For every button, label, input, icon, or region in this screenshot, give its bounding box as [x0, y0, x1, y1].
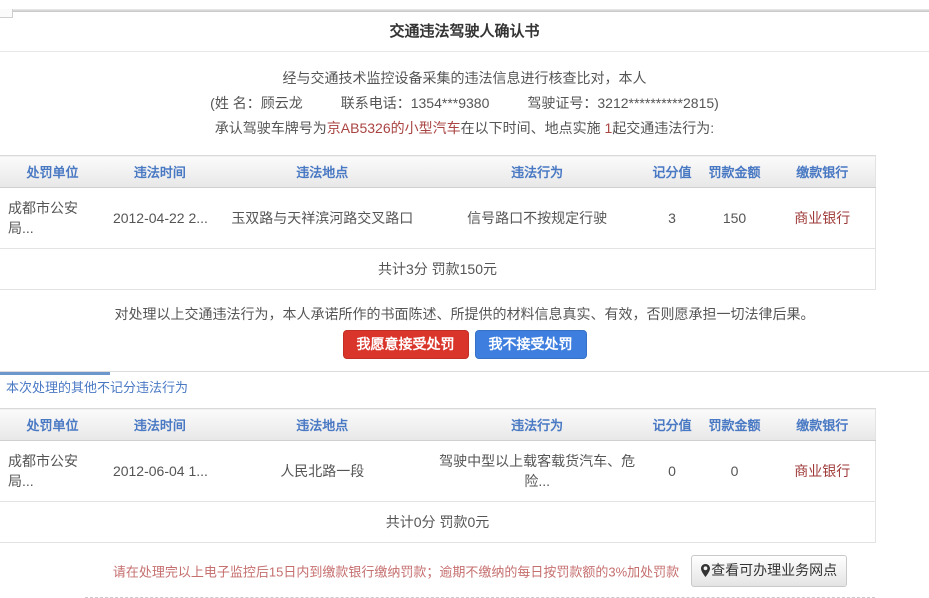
phone-label: 联系电话：	[341, 95, 411, 111]
table-row: 成都市公安局... 2012-06-04 1... 人民北路一段 驾驶中型以上载…	[0, 441, 876, 502]
accept-penalty-button[interactable]: 我愿意接受处罚	[343, 330, 469, 359]
column-header-unit: 处罚单位	[0, 409, 105, 441]
cell-location: 玉双路与天祥滨河路交叉路口	[215, 188, 430, 249]
column-header-points: 记分值	[645, 156, 700, 188]
plate-number: 京AB5326的	[327, 120, 405, 136]
page-title: 交通违法驾驶人确认书	[0, 12, 929, 52]
payment-notice: 请在处理完以上电子监控后15日内到缴款银行缴纳罚款；逾期不缴纳的每日按罚款额的3…	[113, 565, 679, 580]
bank-link[interactable]: 商业银行	[794, 210, 850, 226]
intro-text: 经与交通技术监控设备采集的违法信息进行核查比对，本人 (姓 名：顾云龙 联系电话：…	[0, 52, 929, 141]
corner-fragment	[0, 9, 13, 18]
cell-bank: 商业银行	[770, 188, 876, 249]
column-header-location: 违法地点	[215, 409, 430, 441]
intro-line-1: 经与交通技术监控设备采集的违法信息进行核查比对，本人	[0, 66, 929, 91]
table-summary-row: 共计0分 罚款0元	[0, 502, 876, 543]
other-violations-tab[interactable]: 本次处理的其他不记分违法行为	[0, 375, 188, 402]
cell-location: 人民北路一段	[215, 441, 430, 502]
bank-link[interactable]: 商业银行	[794, 463, 850, 479]
cell-behavior: 驾驶中型以上载客载货汽车、危险...	[430, 441, 645, 502]
payment-notice-bar: 请在处理完以上电子监控后15日内到缴款银行缴纳罚款；逾期不缴纳的每日按罚款额的3…	[85, 547, 875, 598]
violation-table: 处罚单位 违法时间 违法地点 违法行为 记分值 罚款金额 缴款银行 成都市公安局…	[0, 155, 876, 290]
action-buttons: 我愿意接受处罚我不接受处罚	[0, 330, 929, 371]
driver-name: 顾云龙	[261, 95, 303, 111]
cell-points: 3	[645, 188, 700, 249]
commitment-statement: 对处理以上交通违法行为，本人承诺所作的书面陈述、所提供的材料信息真实、有效，否则…	[0, 290, 929, 330]
name-label: (姓 名：	[210, 95, 261, 111]
cell-time: 2012-04-22 2...	[105, 188, 215, 249]
column-header-points: 记分值	[645, 409, 700, 441]
table-row: 成都市公安局... 2012-04-22 2... 玉双路与天祥滨河路交叉路口 …	[0, 188, 876, 249]
cell-fine: 0	[700, 441, 770, 502]
column-header-fine: 罚款金额	[700, 409, 770, 441]
driver-phone: 1354***9380	[411, 95, 490, 111]
location-pin-icon	[701, 564, 710, 580]
column-header-location: 违法地点	[215, 156, 430, 188]
cell-unit: 成都市公安局...	[0, 188, 105, 249]
driver-license: 3212**********2815)	[597, 95, 718, 111]
column-header-behavior: 违法行为	[430, 409, 645, 441]
column-header-unit: 处罚单位	[0, 156, 105, 188]
column-header-fine: 罚款金额	[700, 156, 770, 188]
column-header-time: 违法时间	[105, 409, 215, 441]
cell-unit: 成都市公安局...	[0, 441, 105, 502]
cell-time: 2012-06-04 1...	[105, 441, 215, 502]
table-summary: 共计3分 罚款150元	[0, 249, 876, 290]
cell-bank: 商业银行	[770, 441, 876, 502]
other-violation-table: 处罚单位 违法时间 违法地点 违法行为 记分值 罚款金额 缴款银行 成都市公安局…	[0, 408, 876, 543]
column-header-time: 违法时间	[105, 156, 215, 188]
cell-fine: 150	[700, 188, 770, 249]
intro-line-2: (姓 名：顾云龙 联系电话：1354***9380 驾驶证号：3212*******…	[0, 91, 929, 116]
table-summary: 共计0分 罚款0元	[0, 502, 876, 543]
table-header-row: 处罚单位 违法时间 违法地点 违法行为 记分值 罚款金额 缴款银行	[0, 409, 876, 441]
column-header-behavior: 违法行为	[430, 156, 645, 188]
vehicle-type: 小型汽车	[405, 120, 461, 136]
cell-points: 0	[645, 441, 700, 502]
cell-behavior: 信号路口不按规定行驶	[430, 188, 645, 249]
reject-penalty-button[interactable]: 我不接受处罚	[475, 330, 587, 359]
intro-line-3: 承认驾驶车牌号为京AB5326的小型汽车在以下时间、地点实施 1起交通违法行为:	[0, 116, 929, 141]
view-branches-button[interactable]: 查看可办理业务网点	[691, 555, 847, 587]
license-label: 驾驶证号：	[527, 95, 597, 111]
confirmation-panel: 交通违法驾驶人确认书 经与交通技术监控设备采集的违法信息进行核查比对，本人 (姓…	[0, 12, 929, 372]
column-header-bank: 缴款银行	[770, 409, 876, 441]
table-header-row: 处罚单位 违法时间 违法地点 违法行为 记分值 罚款金额 缴款银行	[0, 156, 876, 188]
table-summary-row: 共计3分 罚款150元	[0, 249, 876, 290]
column-header-bank: 缴款银行	[770, 156, 876, 188]
